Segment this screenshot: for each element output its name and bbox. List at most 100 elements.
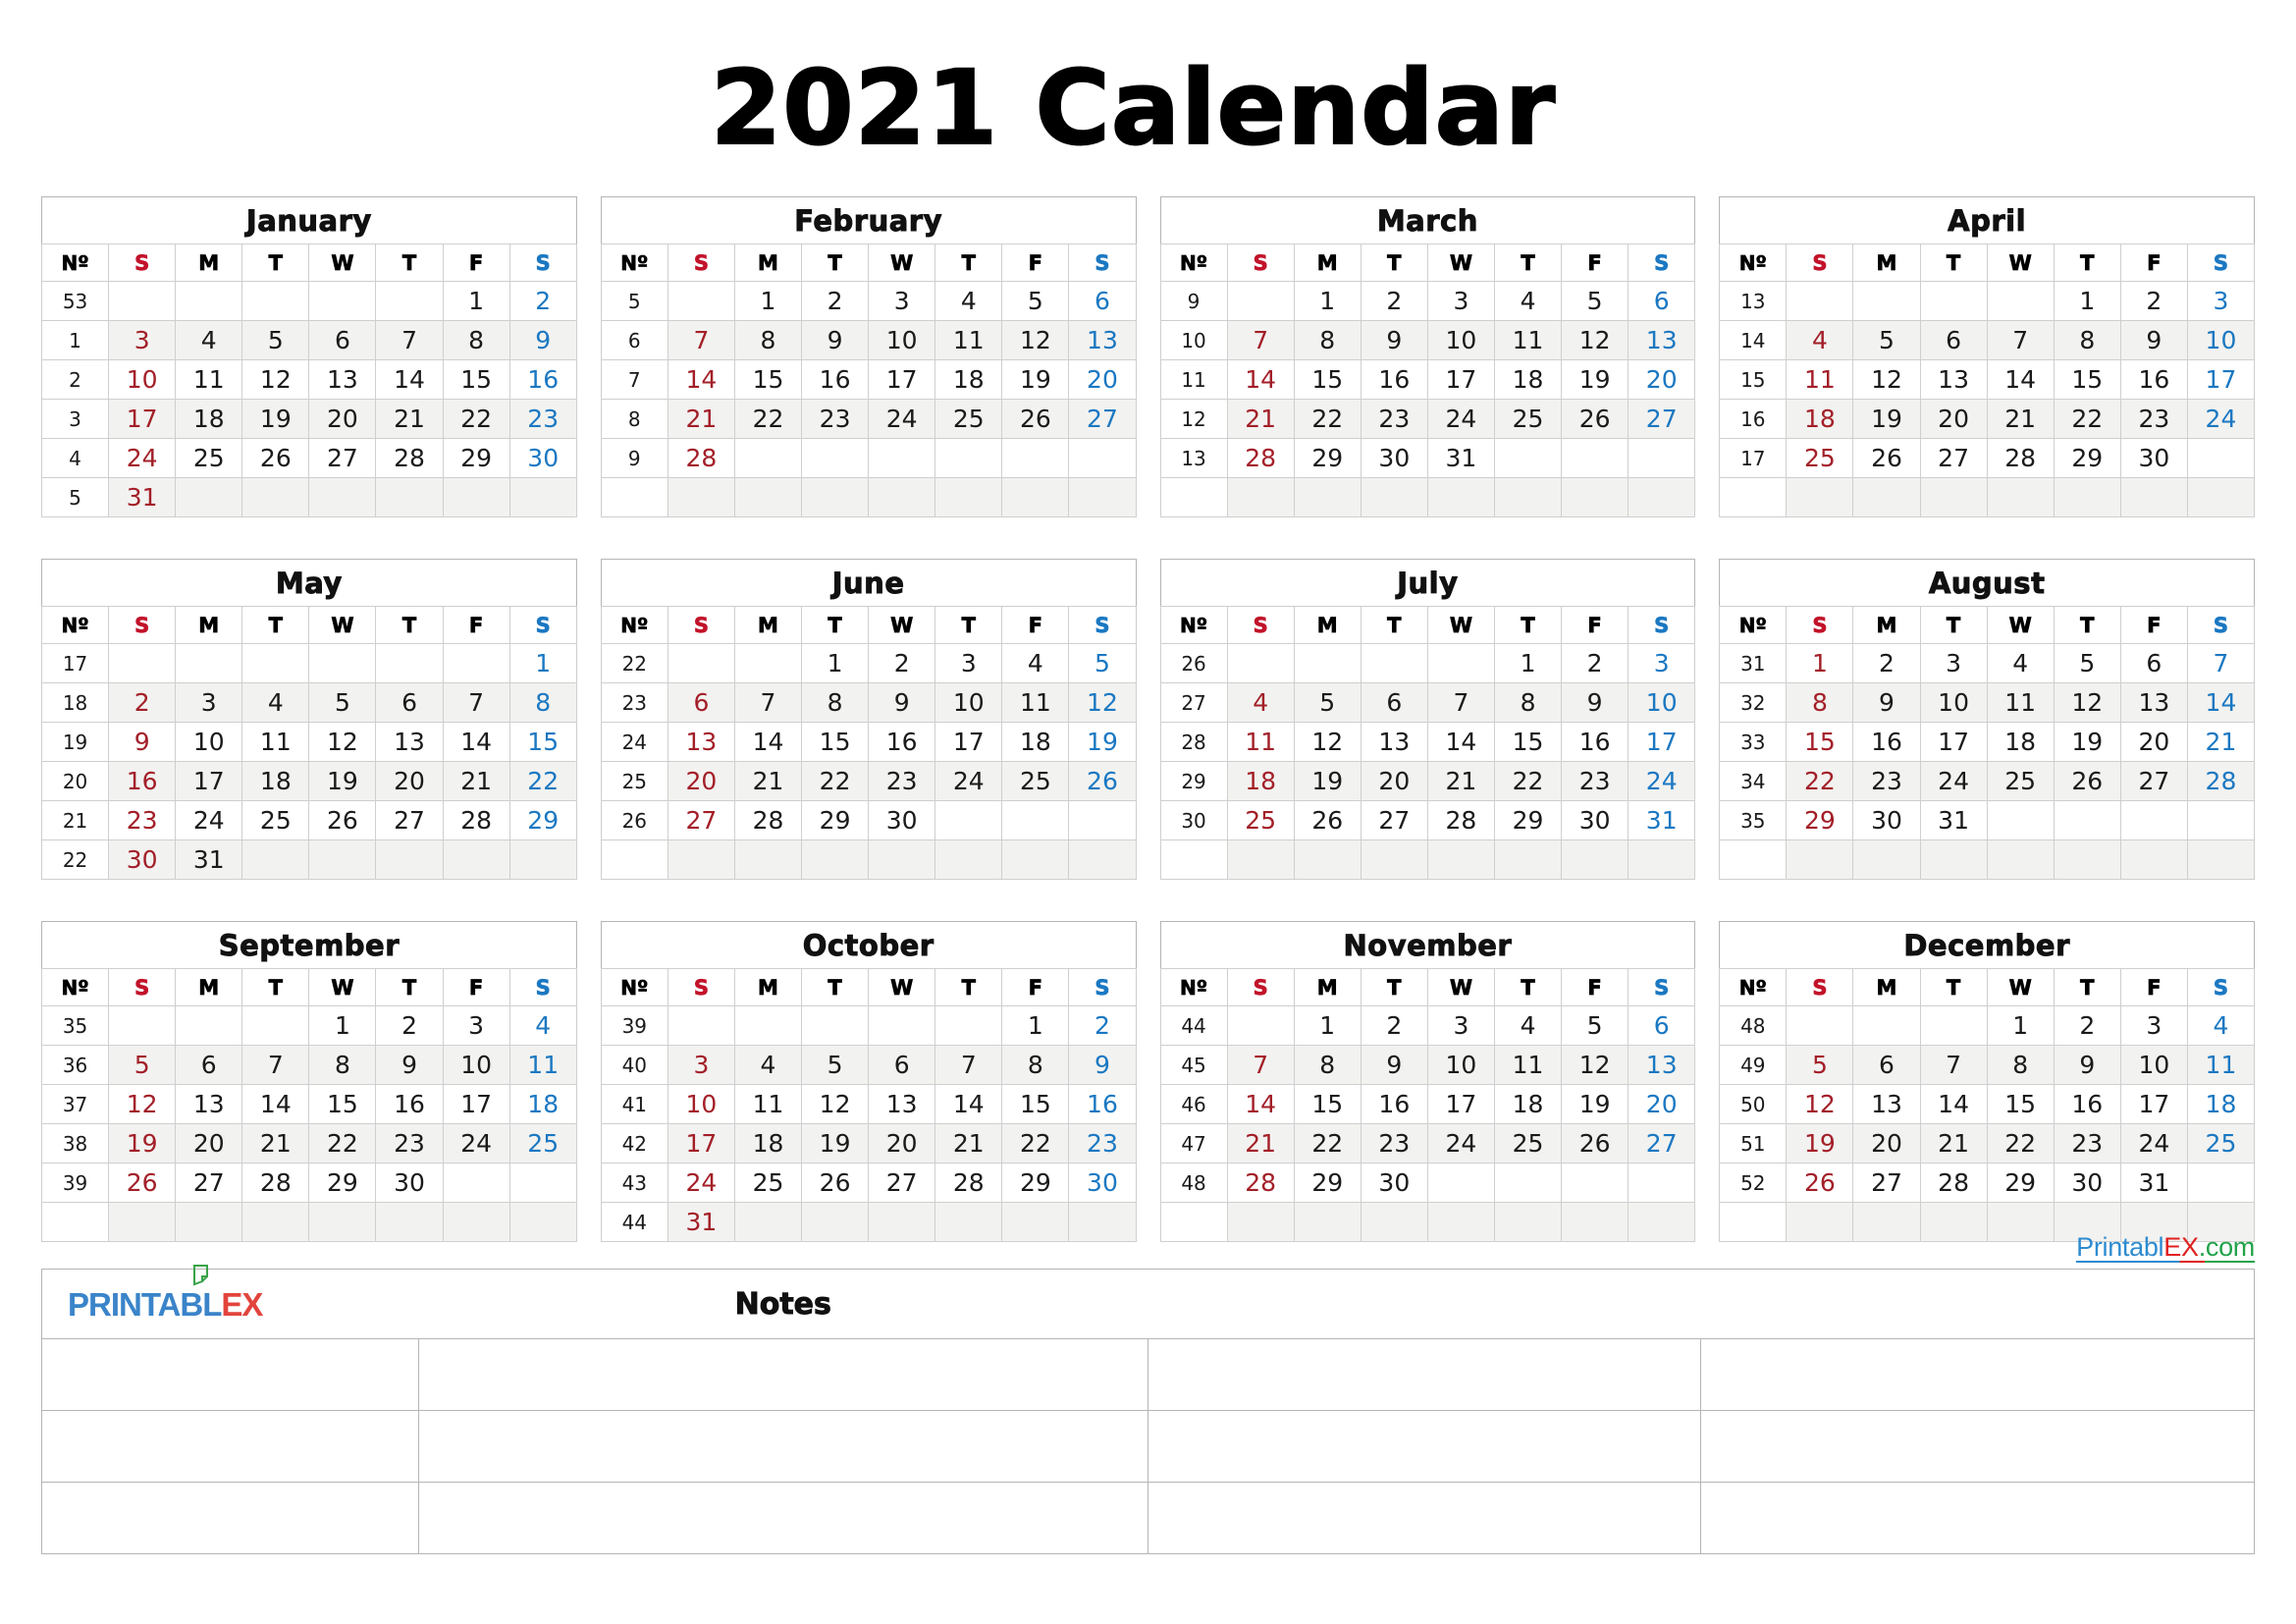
day-cell[interactable]: 20 <box>2119 722 2188 762</box>
day-cell[interactable]: 3 <box>1919 643 1988 683</box>
day-cell[interactable] <box>733 643 803 683</box>
day-cell[interactable]: 21 <box>1226 1123 1295 1164</box>
day-cell[interactable] <box>1561 839 1629 880</box>
day-cell[interactable] <box>108 1005 177 1046</box>
day-cell[interactable] <box>868 477 936 517</box>
day-cell[interactable]: 12 <box>1561 320 1629 360</box>
day-cell[interactable]: 10 <box>2119 1045 2188 1085</box>
day-cell[interactable]: 15 <box>308 1084 377 1124</box>
day-cell[interactable] <box>1986 839 2055 880</box>
day-cell[interactable]: 22 <box>308 1123 377 1164</box>
day-cell[interactable]: 6 <box>1628 281 1696 321</box>
notes-cell[interactable] <box>1700 1482 2255 1554</box>
day-cell[interactable]: 9 <box>1360 1045 1428 1085</box>
day-cell[interactable]: 7 <box>2186 643 2256 683</box>
day-cell[interactable]: 24 <box>934 761 1003 801</box>
day-cell[interactable]: 26 <box>2053 761 2121 801</box>
day-cell[interactable]: 25 <box>1493 1123 1563 1164</box>
day-cell[interactable]: 20 <box>1628 1084 1696 1124</box>
day-cell[interactable]: 17 <box>1426 359 1495 400</box>
day-cell[interactable]: 4 <box>1226 682 1295 723</box>
day-cell[interactable] <box>375 839 444 880</box>
day-cell[interactable]: 12 <box>801 1084 870 1124</box>
day-cell[interactable] <box>801 438 870 478</box>
day-cell[interactable] <box>2119 800 2188 840</box>
day-cell[interactable] <box>1852 477 1921 517</box>
day-cell[interactable]: 12 <box>308 722 377 762</box>
day-cell[interactable]: 18 <box>1786 399 1854 439</box>
day-cell[interactable] <box>801 477 870 517</box>
day-cell[interactable]: 8 <box>1986 1045 2055 1085</box>
day-cell[interactable]: 24 <box>2119 1123 2188 1164</box>
day-cell[interactable]: 1 <box>1293 281 1362 321</box>
day-cell[interactable]: 20 <box>1852 1123 1921 1164</box>
day-cell[interactable]: 9 <box>2119 320 2188 360</box>
day-cell[interactable]: 17 <box>868 359 936 400</box>
day-cell[interactable]: 5 <box>1561 1005 1629 1046</box>
day-cell[interactable]: 3 <box>2186 281 2256 321</box>
day-cell[interactable] <box>1561 1163 1629 1203</box>
day-cell[interactable]: 18 <box>1493 359 1563 400</box>
day-cell[interactable]: 25 <box>241 800 310 840</box>
day-cell[interactable] <box>175 477 243 517</box>
day-cell[interactable]: 14 <box>375 359 444 400</box>
day-cell[interactable] <box>1226 643 1295 683</box>
day-cell[interactable] <box>1986 477 2055 517</box>
day-cell[interactable]: 5 <box>1561 281 1629 321</box>
day-cell[interactable]: 7 <box>1426 682 1495 723</box>
day-cell[interactable] <box>308 839 377 880</box>
day-cell[interactable] <box>1919 281 1988 321</box>
day-cell[interactable]: 7 <box>934 1045 1003 1085</box>
day-cell[interactable]: 2 <box>375 1005 444 1046</box>
day-cell[interactable] <box>868 438 936 478</box>
day-cell[interactable] <box>1493 438 1563 478</box>
day-cell[interactable]: 26 <box>801 1163 870 1203</box>
day-cell[interactable]: 12 <box>1561 1045 1629 1085</box>
day-cell[interactable] <box>733 1005 803 1046</box>
day-cell[interactable] <box>375 1202 444 1242</box>
day-cell[interactable]: 26 <box>1561 399 1629 439</box>
day-cell[interactable] <box>2053 800 2121 840</box>
day-cell[interactable] <box>1426 839 1495 880</box>
day-cell[interactable]: 13 <box>868 1084 936 1124</box>
day-cell[interactable] <box>175 643 243 683</box>
day-cell[interactable]: 26 <box>308 800 377 840</box>
day-cell[interactable]: 23 <box>1068 1123 1137 1164</box>
day-cell[interactable]: 16 <box>1852 722 1921 762</box>
day-cell[interactable]: 16 <box>508 359 577 400</box>
day-cell[interactable]: 8 <box>1493 682 1563 723</box>
day-cell[interactable]: 21 <box>2186 722 2256 762</box>
day-cell[interactable]: 5 <box>1852 320 1921 360</box>
day-cell[interactable]: 22 <box>1293 1123 1362 1164</box>
day-cell[interactable]: 27 <box>667 800 735 840</box>
day-cell[interactable] <box>1852 281 1921 321</box>
day-cell[interactable] <box>2119 477 2188 517</box>
day-cell[interactable]: 26 <box>1786 1163 1854 1203</box>
day-cell[interactable] <box>2186 1163 2256 1203</box>
day-cell[interactable]: 25 <box>733 1163 803 1203</box>
day-cell[interactable]: 6 <box>175 1045 243 1085</box>
day-cell[interactable] <box>1426 1202 1495 1242</box>
day-cell[interactable]: 1 <box>1986 1005 2055 1046</box>
day-cell[interactable]: 20 <box>308 399 377 439</box>
day-cell[interactable] <box>2186 800 2256 840</box>
day-cell[interactable]: 25 <box>1986 761 2055 801</box>
day-cell[interactable]: 7 <box>733 682 803 723</box>
day-cell[interactable]: 10 <box>1628 682 1696 723</box>
day-cell[interactable] <box>1293 839 1362 880</box>
day-cell[interactable]: 12 <box>1068 682 1137 723</box>
day-cell[interactable]: 10 <box>934 682 1003 723</box>
day-cell[interactable]: 14 <box>2186 682 2256 723</box>
day-cell[interactable]: 9 <box>801 320 870 360</box>
day-cell[interactable]: 26 <box>1001 399 1070 439</box>
day-cell[interactable]: 11 <box>241 722 310 762</box>
day-cell[interactable]: 22 <box>801 761 870 801</box>
day-cell[interactable]: 12 <box>241 359 310 400</box>
day-cell[interactable]: 6 <box>1068 281 1137 321</box>
day-cell[interactable]: 7 <box>1986 320 2055 360</box>
day-cell[interactable]: 28 <box>1919 1163 1988 1203</box>
day-cell[interactable]: 22 <box>733 399 803 439</box>
day-cell[interactable]: 11 <box>1986 682 2055 723</box>
day-cell[interactable] <box>108 281 177 321</box>
notes-row[interactable] <box>41 1482 2255 1554</box>
